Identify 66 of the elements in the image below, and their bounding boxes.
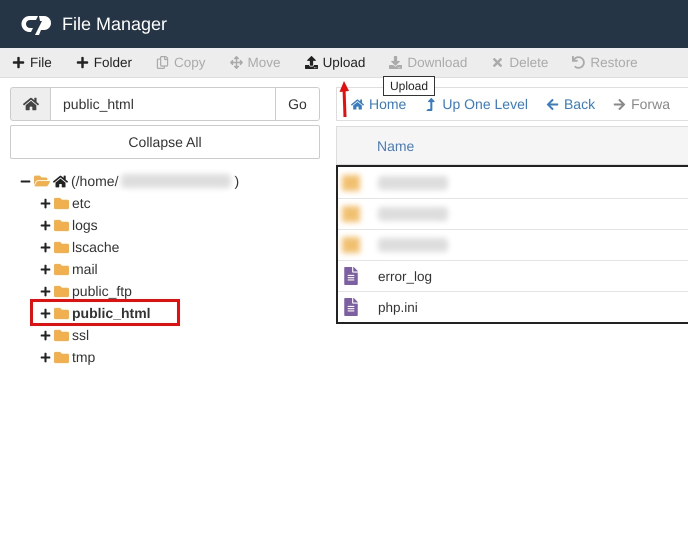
tree-label[interactable]: ) xyxy=(234,173,240,189)
file-icon xyxy=(342,298,360,316)
close-icon xyxy=(491,56,504,69)
plus-icon[interactable] xyxy=(40,308,51,318)
plus-icon xyxy=(76,56,89,69)
toolbar-button[interactable]: Folder xyxy=(76,55,132,70)
path-field[interactable]: public_html xyxy=(51,87,275,121)
plus-icon[interactable] xyxy=(40,220,51,230)
plus-icon[interactable] xyxy=(40,242,51,252)
home-icon xyxy=(53,174,68,188)
blurred-text xyxy=(378,207,448,221)
collapse-all-button[interactable]: Collapse All xyxy=(10,125,320,159)
blurred-folder-icon xyxy=(342,174,360,190)
nav-link[interactable]: Back xyxy=(546,96,596,112)
folder-name[interactable]: mail xyxy=(72,261,98,277)
toolbar-button[interactable]: Upload xyxy=(304,55,366,70)
tooltip: Upload xyxy=(383,76,436,96)
folder-icon xyxy=(34,173,50,189)
go-button[interactable]: Go xyxy=(275,87,320,121)
folder-name[interactable]: public_html xyxy=(72,305,151,321)
folder-icon xyxy=(54,306,69,320)
up-arrow-icon xyxy=(424,98,438,110)
folder-icon xyxy=(54,328,69,342)
folder-name[interactable]: tmp xyxy=(72,349,96,365)
left-arrow-icon xyxy=(546,98,559,110)
plus-icon[interactable] xyxy=(40,352,51,362)
blurred-folder-icon xyxy=(342,237,360,253)
folder-icon xyxy=(54,218,69,232)
folder-name[interactable]: ssl xyxy=(72,327,90,343)
copy-icon xyxy=(156,56,170,69)
blurred-folder-icon xyxy=(342,206,360,222)
move-icon xyxy=(230,56,243,69)
home-icon xyxy=(22,96,38,112)
file-name[interactable]: php.ini xyxy=(378,300,418,314)
home-icon xyxy=(351,98,364,110)
folder-icon xyxy=(54,240,69,254)
app-title: File Manager xyxy=(62,14,168,34)
tree-label[interactable]: (/home/ xyxy=(71,173,118,189)
file-name[interactable]: error_log xyxy=(378,268,432,284)
folder-icon xyxy=(54,196,69,210)
plus-icon xyxy=(12,56,25,69)
blurred-text xyxy=(378,176,448,190)
plus-icon[interactable] xyxy=(40,198,51,208)
folder-icon xyxy=(54,350,69,364)
blurred-text xyxy=(378,238,448,252)
nav-link[interactable]: Home xyxy=(351,96,406,112)
annotation-arrow xyxy=(339,80,350,118)
folder-name[interactable]: etc xyxy=(72,195,91,211)
folder-name[interactable]: logs xyxy=(72,217,98,233)
file-icon xyxy=(342,267,360,285)
toolbar-button[interactable]: File xyxy=(12,55,52,70)
home-button[interactable] xyxy=(10,87,51,121)
plus-icon[interactable] xyxy=(40,264,51,274)
plus-icon[interactable] xyxy=(40,286,51,296)
folder-icon xyxy=(54,262,69,276)
undo-icon xyxy=(572,56,586,69)
nav-link[interactable]: Up One Level xyxy=(424,96,528,112)
right-arrow-icon xyxy=(613,98,626,110)
plus-icon[interactable] xyxy=(40,330,51,340)
column-header[interactable]: Name xyxy=(377,138,414,154)
folder-icon xyxy=(54,284,69,298)
download-icon xyxy=(389,56,402,69)
folder-name[interactable]: lscache xyxy=(72,239,120,255)
logo-icon xyxy=(20,13,52,35)
upload-icon xyxy=(304,56,318,69)
folder-name[interactable]: public_ftp xyxy=(72,283,132,299)
